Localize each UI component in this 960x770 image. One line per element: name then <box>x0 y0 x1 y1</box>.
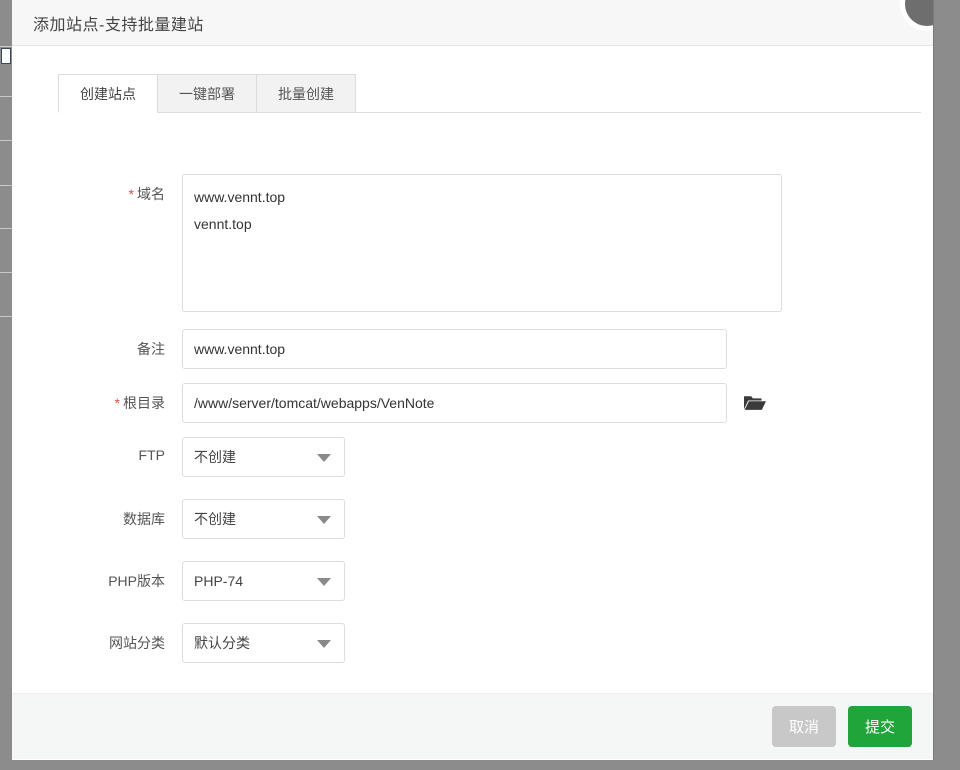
background-divider <box>0 96 12 97</box>
php-version-label: PHP版本 <box>108 573 165 589</box>
field-row-site-category: 网站分类 默认分类 <box>12 623 933 663</box>
tab-one-click-deploy[interactable]: 一键部署 <box>157 74 256 113</box>
root-dir-label: * 根目录 <box>12 383 165 413</box>
database-label: 数据库 <box>123 511 165 527</box>
site-category-field-wrap: 默认分类 <box>182 623 345 663</box>
database-select-wrap: 不创建 <box>182 499 345 539</box>
submit-button[interactable]: 提交 <box>847 706 912 747</box>
remark-input[interactable] <box>182 329 727 369</box>
background-divider <box>0 185 12 186</box>
field-row-database: 数据库 不创建 <box>12 499 933 539</box>
domain-label: * 域名 <box>12 174 165 204</box>
ftp-label: FTP <box>138 447 165 463</box>
site-category-select[interactable]: 默认分类 <box>182 623 345 663</box>
ftp-select-wrap: 不创建 <box>182 437 345 477</box>
database-field-wrap: 不创建 <box>182 499 345 539</box>
background-input <box>1 48 11 64</box>
background-divider <box>0 316 12 317</box>
field-row-php-version: PHP版本 PHP-74 <box>12 561 933 601</box>
background-page <box>0 0 12 770</box>
tab-batch-create[interactable]: 批量创建 <box>256 74 356 113</box>
required-asterisk: * <box>114 395 120 411</box>
add-site-modal: 添加站点-支持批量建站 创建站点 一键部署 批量创建 * 域名 www.vennt… <box>12 0 934 760</box>
database-select[interactable]: 不创建 <box>182 499 345 539</box>
php-version-select[interactable]: PHP-74 <box>182 561 345 601</box>
page-title: 添加站点-支持批量建站 <box>33 16 204 34</box>
required-asterisk: * <box>128 186 134 202</box>
root-dir-label-text: 根目录 <box>123 395 165 411</box>
modal-body: 创建站点 一键部署 批量创建 * 域名 www.vennt.top vennt.t… <box>12 46 933 693</box>
background-divider <box>0 46 12 47</box>
domain-label-text: 域名 <box>137 186 165 202</box>
background-divider <box>0 140 12 141</box>
site-category-label: 网站分类 <box>109 635 165 651</box>
background-divider <box>0 228 12 229</box>
field-row-domain: * 域名 www.vennt.top vennt.top <box>12 174 933 312</box>
domain-field-wrap: www.vennt.top vennt.top <box>182 174 782 312</box>
php-version-select-wrap: PHP-74 <box>182 561 345 601</box>
field-row-ftp: FTP 不创建 <box>12 437 933 477</box>
add-site-form: *域名 www.vennt.top vennt.top 备注 *根目录 <box>12 174 933 677</box>
ftp-field-wrap: 不创建 <box>182 437 345 477</box>
root-dir-input[interactable] <box>182 383 727 423</box>
site-category-select-wrap: 默认分类 <box>182 623 345 663</box>
folder-open-icon[interactable] <box>743 393 767 413</box>
tab-bar: 创建站点 一键部署 批量创建 <box>58 74 921 113</box>
field-row-root-dir: * 根目录 <box>12 383 933 423</box>
remark-field-wrap <box>182 329 727 369</box>
domain-input[interactable]: www.vennt.top vennt.top <box>182 174 782 312</box>
cancel-button[interactable]: 取消 <box>771 706 836 747</box>
tab-create-site[interactable]: 创建站点 <box>58 74 157 113</box>
modal-footer: 取消 提交 <box>12 693 933 759</box>
root-dir-field-wrap <box>182 383 767 423</box>
background-divider <box>0 272 12 273</box>
close-icon[interactable] <box>905 0 933 26</box>
ftp-select[interactable]: 不创建 <box>182 437 345 477</box>
remark-label: 备注 <box>137 341 165 357</box>
field-row-remark: 备注 <box>12 329 933 369</box>
php-version-field-wrap: PHP-74 <box>182 561 345 601</box>
modal-header: 添加站点-支持批量建站 <box>12 0 933 46</box>
